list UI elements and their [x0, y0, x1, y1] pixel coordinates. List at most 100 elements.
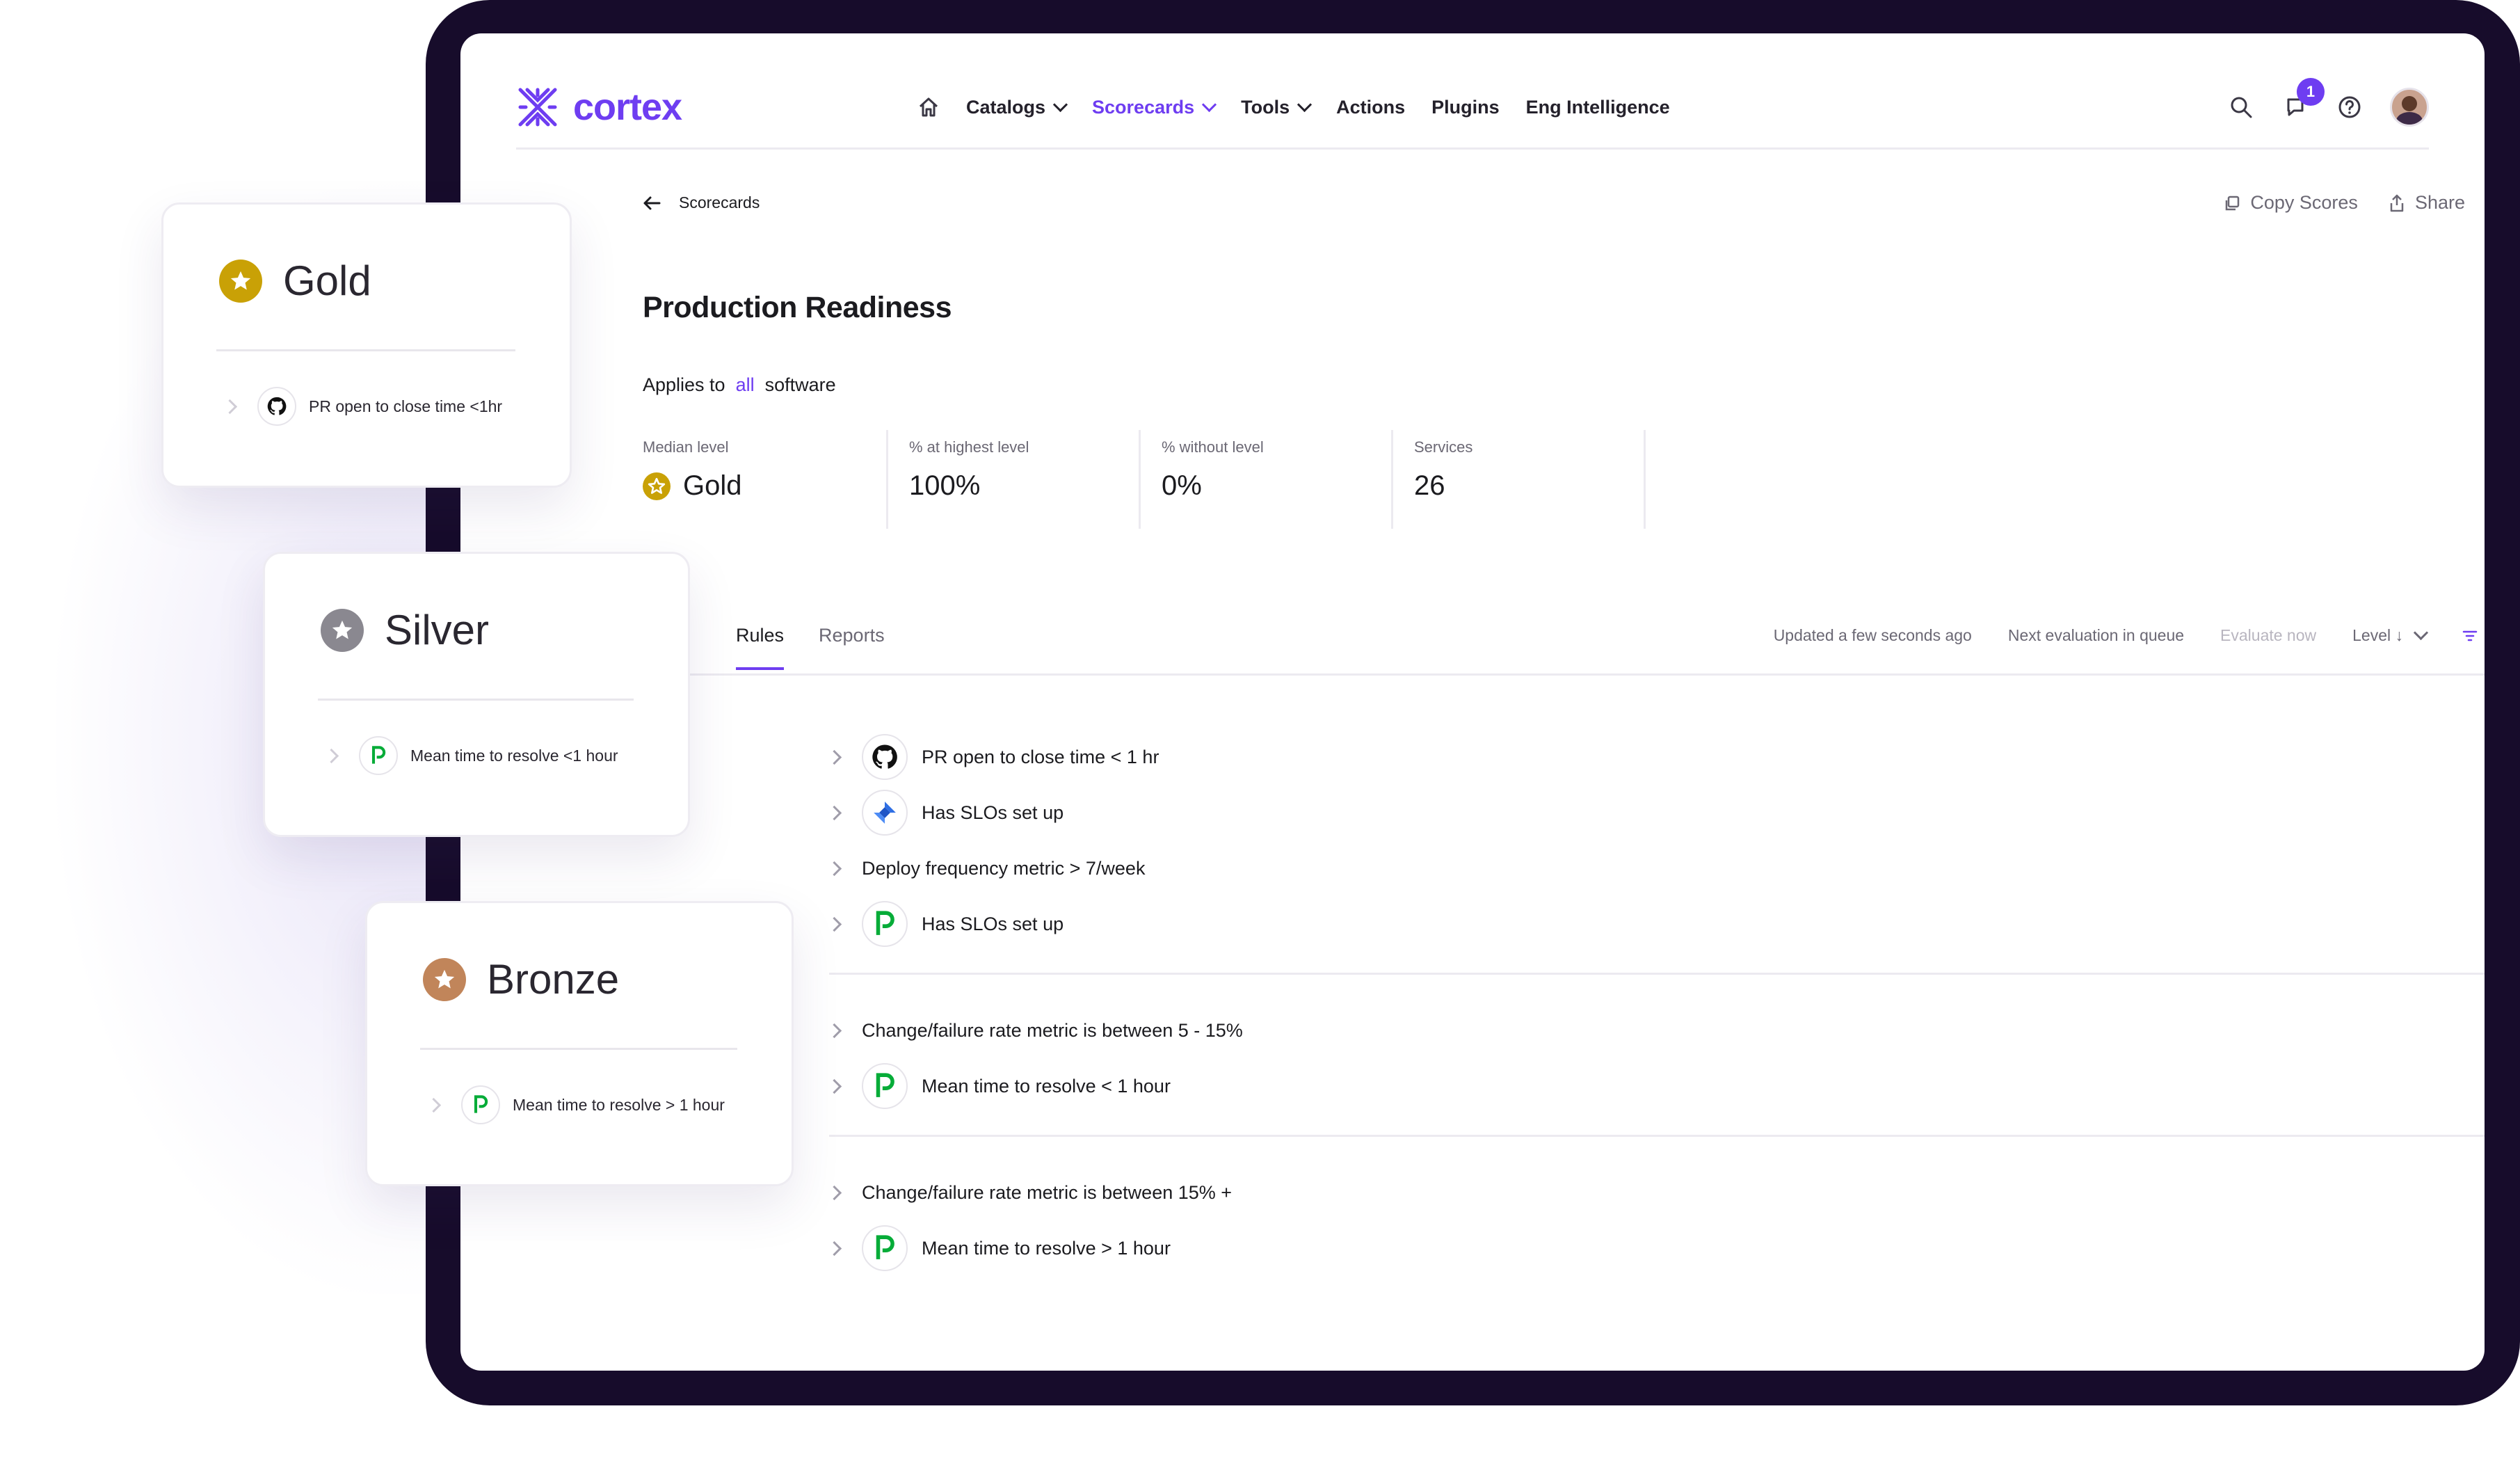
breadcrumb[interactable]: Scorecards — [643, 193, 760, 212]
level-card-bronze[interactable]: Bronze Mean time to resolve > 1 hour — [365, 901, 794, 1186]
main-nav: Catalogs Scorecards Tools Actions Plugin… — [917, 65, 1670, 149]
user-avatar[interactable] — [2390, 88, 2429, 127]
copy-scores-button[interactable]: Copy Scores — [2224, 192, 2358, 214]
share-icon — [2390, 194, 2404, 212]
applies-suffix: software — [764, 374, 836, 395]
pagerduty-icon — [461, 1085, 500, 1124]
divider — [216, 349, 515, 351]
chevron-right-icon — [323, 748, 339, 763]
notifications-icon[interactable]: 1 — [2281, 78, 2325, 121]
nav-eng-intelligence-label: Eng Intelligence — [1525, 96, 1670, 118]
search-icon[interactable] — [2227, 93, 2255, 121]
stat-without-level: % without level 0% — [1141, 430, 1393, 529]
rule-row[interactable]: Mean time to resolve < 1 hour — [826, 1058, 2485, 1114]
stat-value: Gold — [643, 470, 844, 502]
level-card-gold[interactable]: Gold PR open to close time <1hr — [161, 202, 572, 488]
cortex-logo[interactable]: cortex — [516, 65, 682, 149]
card-rule: PR open to close time <1hr — [222, 387, 503, 426]
chevron-right-icon — [826, 1185, 842, 1200]
chevron-right-icon — [826, 1078, 842, 1094]
pagerduty-icon — [359, 736, 398, 775]
nav-scorecards[interactable]: Scorecards — [1092, 97, 1217, 118]
level-card-silver[interactable]: Silver Mean time to resolve <1 hour — [263, 552, 690, 837]
stats-row: Median level Gold % at highest level 100… — [643, 430, 1646, 529]
stat-label: % at highest level — [909, 438, 1029, 456]
chevron-right-icon — [222, 399, 238, 414]
stat-median-value: Gold — [683, 470, 742, 501]
nav-actions-label: Actions — [1336, 96, 1406, 118]
tabs: Rules Reports — [736, 625, 885, 670]
nav-catalogs-label: Catalogs — [966, 96, 1046, 118]
chevron-right-icon — [826, 1241, 842, 1256]
rule-row[interactable]: Mean time to resolve > 1 hour — [826, 1220, 2485, 1276]
tab-reports[interactable]: Reports — [819, 625, 885, 670]
chevron-down-icon — [1202, 97, 1217, 112]
rule-row[interactable]: Has SLOs set up — [826, 785, 2485, 840]
chevron-down-icon — [1297, 97, 1313, 112]
logo-text: cortex — [573, 86, 682, 128]
filter-icon[interactable] — [2462, 630, 2478, 642]
share-button[interactable]: Share — [2389, 192, 2465, 214]
share-label: Share — [2414, 192, 2465, 213]
stat-label: Median level — [643, 438, 729, 456]
stat-value: 0% — [1162, 470, 1202, 501]
github-icon — [257, 387, 296, 426]
chevron-right-icon — [826, 916, 842, 932]
breadcrumb-label: Scorecards — [679, 193, 760, 212]
jira-icon — [862, 790, 908, 836]
back-arrow-icon — [643, 196, 661, 209]
help-icon[interactable] — [2336, 93, 2363, 121]
page-title: Production Readiness — [643, 291, 952, 324]
sort-level-dropdown[interactable]: Level ↓ — [2352, 625, 2429, 645]
card-title: Gold — [283, 257, 371, 304]
nav-plugins[interactable]: Plugins — [1431, 97, 1500, 118]
card-header: Bronze — [423, 955, 619, 1003]
rule-label: Has SLOs set up — [922, 802, 1064, 823]
bronze-medal-icon — [423, 957, 466, 1001]
header-tools: 1 — [2227, 65, 2429, 149]
card-header: Gold — [219, 257, 371, 305]
rule-group: PR open to close time < 1 hr Has SLOs se… — [826, 729, 2485, 975]
home-icon[interactable] — [917, 96, 940, 118]
evaluate-now-button[interactable]: Evaluate now — [2220, 626, 2316, 645]
nav-catalogs[interactable]: Catalogs — [966, 96, 1068, 118]
card-title: Bronze — [487, 956, 620, 1003]
pagerduty-icon — [862, 1225, 908, 1271]
rule-row[interactable]: Deploy frequency metric > 7/week — [826, 840, 2485, 896]
sort-level-label: Level ↓ — [2352, 626, 2403, 644]
tab-rules[interactable]: Rules — [736, 625, 785, 670]
rule-label: Change/failure rate metric is between 15… — [862, 1181, 1233, 1203]
rule-row[interactable]: Has SLOs set up — [826, 896, 2485, 952]
card-rule-label: PR open to close time <1hr — [309, 397, 503, 415]
notification-badge: 1 — [2297, 78, 2325, 106]
rule-row[interactable]: Change/failure rate metric is between 15… — [826, 1165, 2485, 1220]
card-rule-label: Mean time to resolve > 1 hour — [513, 1095, 725, 1114]
rule-group: Change/failure rate metric is between 5 … — [826, 1003, 2485, 1137]
nav-tools[interactable]: Tools — [1241, 97, 1313, 118]
rule-label: Has SLOs set up — [922, 913, 1064, 934]
chevron-right-icon — [426, 1097, 442, 1113]
card-rule: Mean time to resolve > 1 hour — [426, 1085, 725, 1124]
stat-label: Services — [1414, 438, 1473, 456]
rule-label: Deploy frequency metric > 7/week — [862, 857, 1146, 879]
stat-median-level: Median level Gold — [643, 430, 888, 529]
rule-row[interactable]: PR open to close time < 1 hr — [826, 729, 2485, 785]
pagerduty-icon — [862, 1063, 908, 1109]
card-header: Silver — [321, 606, 489, 654]
rule-label: Change/failure rate metric is between 5 … — [862, 1019, 1243, 1041]
stat-label: % without level — [1162, 438, 1264, 456]
nav-actions[interactable]: Actions — [1336, 97, 1405, 118]
stat-services: Services 26 — [1393, 430, 1646, 529]
stat-value: 26 — [1414, 470, 1445, 501]
copy-icon — [2226, 196, 2240, 210]
next-evaluation-text: Next evaluation in queue — [2007, 626, 2185, 644]
tabs-divider — [460, 673, 2485, 676]
rule-row[interactable]: Change/failure rate metric is between 5 … — [826, 1003, 2485, 1058]
chevron-down-icon — [2413, 625, 2429, 641]
applies-all-link[interactable]: all — [736, 374, 755, 395]
divider — [318, 699, 634, 701]
rule-group: Change/failure rate metric is between 15… — [826, 1165, 2485, 1297]
nav-eng-intelligence[interactable]: Eng Intelligence — [1526, 97, 1670, 118]
top-header: cortex Catalogs Scorecards Tools Actions… — [516, 65, 2429, 150]
chevron-right-icon — [826, 861, 842, 876]
